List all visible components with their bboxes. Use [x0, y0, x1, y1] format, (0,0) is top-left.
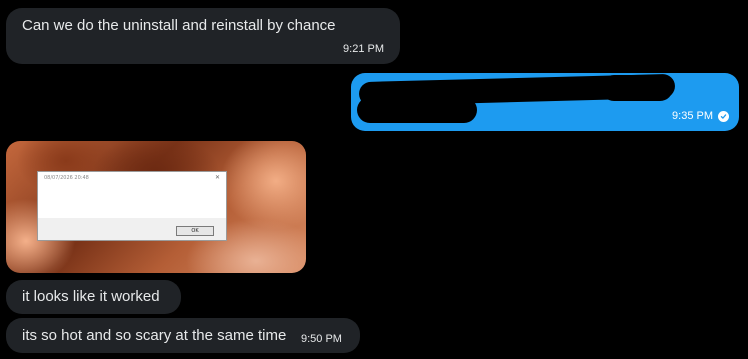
dm-conversation: Can we do the uninstall and reinstall by…	[0, 0, 748, 359]
message-meta: 9:35 PM	[672, 109, 729, 123]
message-text: Can we do the uninstall and reinstall by…	[22, 17, 336, 34]
message-timestamp: 9:35 PM	[672, 110, 713, 122]
image-attachment[interactable]: 08/07/2026 20:48 ✕ OK	[6, 141, 306, 273]
redaction-mark	[601, 75, 673, 101]
message-bubble-incoming[interactable]: it looks like it worked	[6, 280, 181, 314]
redaction-mark	[357, 97, 477, 123]
dialog-titlebar: 08/07/2026 20:48 ✕	[38, 172, 226, 184]
message-bubble-incoming[interactable]: its so hot and so scary at the same time…	[6, 318, 360, 353]
dialog-title: 08/07/2026 20:48	[44, 175, 89, 181]
message-bubble-incoming[interactable]: Can we do the uninstall and reinstall by…	[6, 8, 400, 64]
message-timestamp: 9:50 PM	[301, 333, 342, 345]
message-bubble-outgoing[interactable]: 9:35 PM	[351, 73, 739, 131]
message-text: it looks like it worked	[22, 288, 160, 305]
dialog-message	[38, 184, 226, 218]
dialog-ok-button: OK	[176, 226, 214, 236]
message-timestamp: 9:21 PM	[343, 43, 384, 55]
message-text: its so hot and so scary at the same time	[22, 327, 287, 344]
close-icon: ✕	[214, 174, 220, 181]
sent-check-icon	[718, 110, 729, 122]
dialog-box: 08/07/2026 20:48 ✕ OK	[37, 171, 227, 241]
